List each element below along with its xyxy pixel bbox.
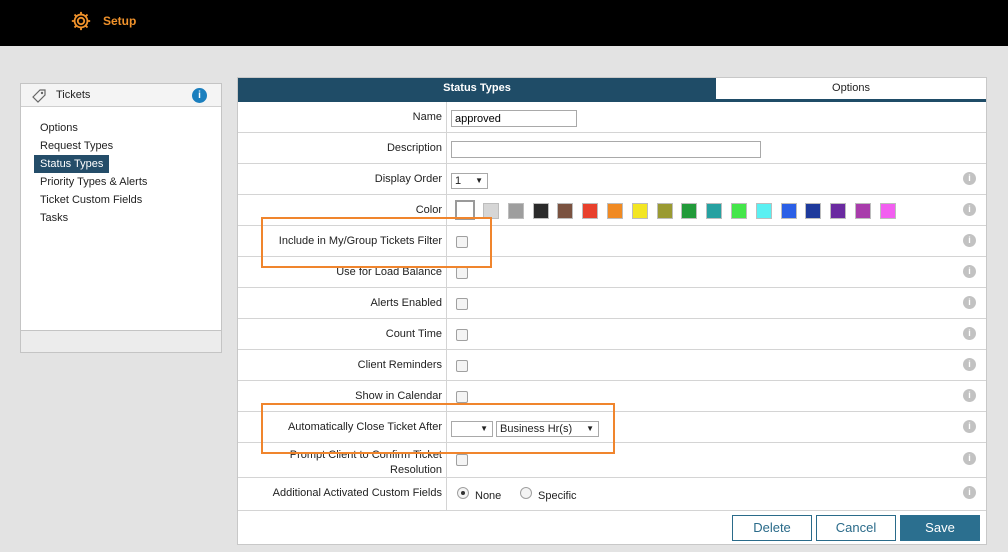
sidebar-item-request-types[interactable]: Request Types: [34, 137, 221, 155]
chevron-down-icon: ▼: [475, 176, 483, 185]
help-icon[interactable]: i: [963, 389, 976, 402]
custom-fields-none-label[interactable]: None: [475, 490, 501, 502]
help-icon[interactable]: i: [963, 296, 976, 309]
custom-fields-none-radio[interactable]: [457, 487, 469, 499]
client-reminders-row: Client Reminders i: [238, 350, 986, 381]
delete-button[interactable]: Delete: [732, 515, 812, 541]
custom-fields-specific-radio[interactable]: [520, 487, 532, 499]
action-bar: Delete Cancel Save: [238, 511, 986, 545]
help-icon[interactable]: i: [963, 486, 976, 499]
alerts-enabled-row: Alerts Enabled i: [238, 288, 986, 319]
color-swatch[interactable]: [855, 203, 871, 219]
client-reminders-checkbox[interactable]: [456, 360, 468, 372]
sidebar-item-options[interactable]: Options: [34, 119, 221, 137]
color-swatch[interactable]: [731, 203, 747, 219]
help-icon[interactable]: i: [963, 420, 976, 433]
name-label: Name: [412, 111, 442, 123]
status-types-panel: Status Types Options Name Description Di…: [237, 77, 987, 545]
prompt-client-checkbox[interactable]: [456, 454, 468, 466]
color-swatch[interactable]: [557, 203, 574, 219]
custom-fields-label: Additional Activated Custom Fields: [272, 487, 442, 499]
tab-status-types[interactable]: Status Types: [238, 78, 716, 99]
sidebar-item-tasks[interactable]: Tasks: [34, 209, 221, 227]
sidebar-menu: Options Request Types Status Types Prior…: [21, 107, 221, 227]
count-time-row: Count Time i: [238, 319, 986, 350]
help-icon[interactable]: i: [963, 234, 976, 247]
page-title: Setup: [103, 14, 137, 28]
tab-bar: Status Types Options: [238, 78, 986, 102]
help-icon[interactable]: i: [963, 327, 976, 340]
show-calendar-checkbox[interactable]: [456, 391, 468, 403]
custom-fields-specific-label[interactable]: Specific: [538, 490, 577, 502]
description-label: Description: [386, 142, 442, 154]
display-order-label: Display Order: [374, 173, 442, 185]
color-swatch[interactable]: [582, 203, 599, 219]
display-order-select[interactable]: 1 ▼: [451, 173, 488, 189]
show-calendar-label: Show in Calendar: [355, 390, 442, 402]
help-icon[interactable]: i: [963, 172, 976, 185]
help-icon[interactable]: i: [963, 265, 976, 278]
color-swatch[interactable]: [780, 203, 797, 219]
name-row: Name: [238, 102, 986, 133]
color-swatch[interactable]: [507, 203, 524, 219]
settings-sidebar: Tickets i Options Request Types Status T…: [20, 83, 222, 353]
gear-icon: [71, 11, 91, 31]
alerts-enabled-checkbox[interactable]: [456, 298, 468, 310]
highlight-auto-close: [261, 403, 615, 454]
ticket-icon: [32, 89, 46, 103]
description-row: Description: [238, 133, 986, 164]
color-swatch[interactable]: [830, 203, 847, 219]
color-swatch[interactable]: [805, 203, 822, 219]
description-input[interactable]: [451, 141, 761, 158]
display-order-value: 1: [455, 175, 462, 187]
count-time-checkbox[interactable]: [456, 329, 468, 341]
color-swatch[interactable]: [681, 203, 698, 219]
count-time-label: Count Time: [385, 328, 442, 340]
help-icon[interactable]: i: [963, 358, 976, 371]
color-swatch[interactable]: [607, 203, 623, 219]
load-balance-checkbox[interactable]: [456, 267, 468, 279]
cancel-button[interactable]: Cancel: [816, 515, 896, 541]
sidebar-title: Tickets: [56, 89, 91, 101]
display-order-row: Display Order 1 ▼ i: [238, 164, 986, 195]
client-reminders-label: Client Reminders: [357, 359, 442, 371]
sidebar-item-priority-types[interactable]: Priority Types & Alerts: [34, 173, 221, 191]
sidebar-footer: [21, 330, 221, 352]
name-input[interactable]: [451, 110, 577, 127]
custom-fields-row: Additional Activated Custom Fields None …: [238, 478, 986, 511]
color-label: Color: [415, 204, 442, 216]
color-swatch[interactable]: [532, 203, 549, 219]
color-swatch[interactable]: [656, 203, 673, 219]
color-swatch[interactable]: [755, 203, 772, 219]
tab-options[interactable]: Options: [716, 78, 986, 99]
color-swatch[interactable]: [631, 203, 648, 219]
help-icon[interactable]: i: [963, 452, 976, 465]
save-button[interactable]: Save: [900, 515, 980, 541]
help-icon[interactable]: i: [963, 203, 976, 216]
color-swatch[interactable]: [879, 203, 896, 219]
info-icon[interactable]: i: [192, 88, 207, 103]
top-bar: Setup: [0, 0, 1008, 46]
color-swatch[interactable]: [706, 203, 723, 219]
sidebar-item-status-types[interactable]: Status Types: [34, 155, 110, 173]
sidebar-header: Tickets i: [21, 84, 221, 107]
alerts-enabled-label: Alerts Enabled: [370, 297, 442, 309]
sidebar-item-ticket-custom-fields[interactable]: Ticket Custom Fields: [34, 191, 221, 209]
highlight-include-filter: [261, 217, 492, 268]
